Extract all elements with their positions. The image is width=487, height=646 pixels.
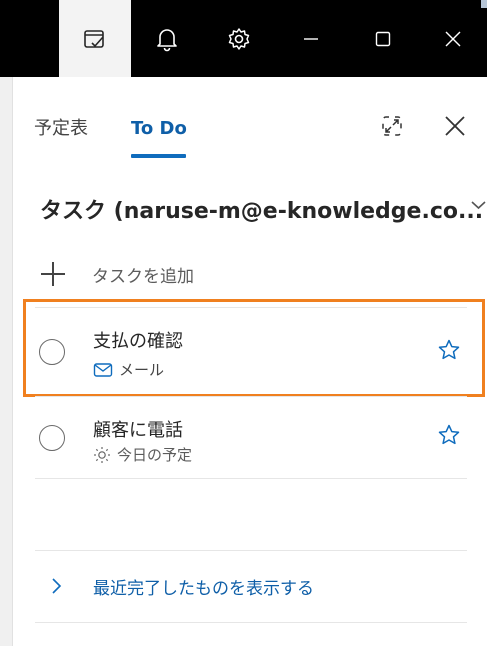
todo-icon: [84, 29, 104, 48]
sun-icon: [94, 446, 110, 463]
divider: [35, 622, 467, 623]
close-panel-icon[interactable]: [444, 115, 466, 137]
divider: [35, 478, 467, 479]
settings-button[interactable]: [203, 0, 275, 77]
star-icon[interactable]: [437, 423, 461, 447]
maximize-button[interactable]: [347, 0, 419, 77]
panel-left-edge: [0, 77, 13, 646]
task-meta: 今日の予定: [93, 444, 192, 465]
show-completed-label: 最近完了したものを表示する: [93, 579, 314, 599]
minimize-icon: [304, 37, 318, 40]
highlight-box: [23, 299, 485, 397]
notifications-button[interactable]: [131, 0, 203, 77]
show-completed-button[interactable]: 最近完了したものを表示する: [45, 570, 465, 604]
bell-icon: [157, 28, 177, 51]
add-task-button[interactable]: タスクを追加: [40, 258, 480, 290]
background-window-edge: [481, 0, 487, 8]
add-task-label: タスクを追加: [92, 267, 194, 287]
task-list-title[interactable]: タスク (naruse-m@e-knowledge.co...: [40, 193, 483, 225]
task-meta-label: 今日の予定: [117, 446, 193, 464]
close-icon: [445, 31, 461, 46]
todo-pane-button[interactable]: [59, 0, 131, 77]
chevron-down-icon[interactable]: [470, 198, 487, 212]
tab-todo[interactable]: To Do: [131, 117, 187, 141]
divider: [35, 396, 467, 397]
plus-icon: [41, 262, 65, 286]
active-tab-indicator: [131, 154, 186, 158]
complete-checkbox[interactable]: [39, 425, 65, 451]
minimize-button[interactable]: [275, 0, 347, 77]
divider: [35, 550, 467, 551]
title-bar: [0, 0, 487, 77]
chevron-right-icon: [52, 578, 62, 594]
task-item[interactable]: 顧客に電話 今日の予定: [35, 404, 467, 474]
gear-icon: [228, 27, 250, 50]
tab-calendar[interactable]: 予定表: [34, 117, 88, 141]
task-title: 顧客に電話: [93, 420, 183, 441]
close-window-button[interactable]: [419, 0, 487, 77]
maximize-icon: [375, 31, 391, 46]
expand-icon[interactable]: [380, 114, 404, 138]
